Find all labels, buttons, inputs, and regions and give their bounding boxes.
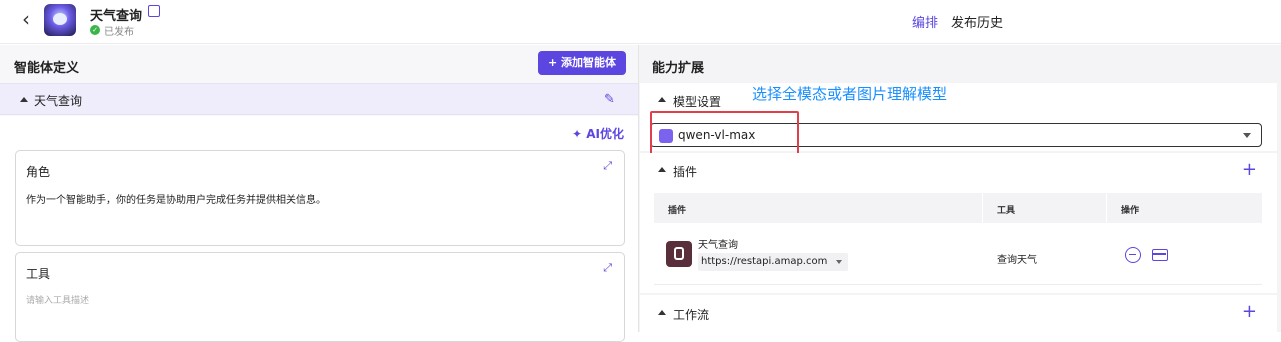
agent-definition-panel: 智能体定义 + 添加智能体 天气查询 ✎ ✦ AI优化 角色 ⤢ 作为一个智能助… xyxy=(0,45,638,342)
collapse-icon[interactable] xyxy=(658,310,666,315)
ai-optimize-button[interactable]: ✦ AI优化 xyxy=(572,125,624,142)
collapse-icon[interactable] xyxy=(20,97,28,102)
agent-section-header[interactable]: 天气查询 ✎ xyxy=(0,83,638,115)
ai-optimize-label: AI优化 xyxy=(586,127,625,141)
remove-icon[interactable] xyxy=(1125,247,1141,263)
expand-icon[interactable]: ⤢ xyxy=(603,261,612,275)
add-agent-button[interactable]: + 添加智能体 xyxy=(538,51,626,75)
column-divider xyxy=(982,193,983,223)
plugin-url: https://restapi.amap.com xyxy=(701,256,828,267)
status-text: 已发布 xyxy=(104,27,134,38)
table-row: 天气查询 https://restapi.amap.com 查询天气 xyxy=(654,223,1262,285)
column-header: 操作 xyxy=(1121,206,1140,216)
column-header: 插件 xyxy=(668,206,687,216)
pencil-icon[interactable]: ✎ xyxy=(604,92,615,107)
app-title: 天气查询 xyxy=(90,9,143,24)
agent-name: 天气查询 xyxy=(34,94,83,108)
add-agent-label: 添加智能体 xyxy=(561,56,617,69)
top-bar: ‹ 天气查询 ✓ 已发布 编排 发布历史 xyxy=(0,0,1281,44)
edit-icon[interactable] xyxy=(148,5,160,17)
agent-body: ✦ AI优化 角色 ⤢ 作为一个智能助手，你的任务是协助用户完成任务并提供相关信… xyxy=(0,116,638,342)
column-divider xyxy=(1106,193,1107,223)
dropdown-icon[interactable] xyxy=(836,260,842,264)
workflow-section: 工作流 + xyxy=(640,295,1277,332)
app-avatar xyxy=(44,4,76,36)
panel-title: 能力扩展 xyxy=(652,61,705,76)
plus-icon[interactable]: + xyxy=(1242,161,1257,179)
section-title: 模型设置 xyxy=(673,95,722,109)
table-header: 插件 工具 操作 xyxy=(654,193,1262,223)
collapse-icon[interactable] xyxy=(658,97,666,102)
capability-panel: 能力扩展 模型设置 qwen-vl-max 选择全模态或者图片理解模型 插件 +… xyxy=(638,45,1281,332)
column-header: 工具 xyxy=(997,206,1016,216)
plugin-icon xyxy=(666,241,692,267)
tool-card[interactable]: 工具 ⤢ 请输入工具描述 xyxy=(15,252,625,342)
role-title: 角色 xyxy=(26,165,51,179)
section-title: 工作流 xyxy=(673,308,710,322)
panel-title: 智能体定义 xyxy=(14,61,80,76)
tab-publish-history[interactable]: 发布历史 xyxy=(951,12,1003,31)
tab-edit[interactable]: 编排 xyxy=(912,12,938,31)
back-icon[interactable]: ‹ xyxy=(16,8,36,32)
role-text[interactable]: 作为一个智能助手，你的任务是协助用户完成任务并提供相关信息。 xyxy=(26,191,326,206)
tool-title: 工具 xyxy=(26,267,51,281)
section-title: 插件 xyxy=(673,165,698,179)
ai-sparkle-icon: ✦ xyxy=(572,127,583,141)
plugin-name: 天气查询 xyxy=(698,240,738,251)
collapse-icon[interactable] xyxy=(658,167,666,172)
annotation-box xyxy=(650,111,799,155)
tool-description-input[interactable]: 请输入工具描述 xyxy=(26,293,89,306)
tool-name: 查询天气 xyxy=(997,255,1037,266)
plus-icon[interactable]: + xyxy=(1242,303,1257,321)
role-card[interactable]: 角色 ⤢ 作为一个智能助手，你的任务是协助用户完成任务并提供相关信息。 xyxy=(15,150,625,246)
published-check-icon: ✓ xyxy=(90,25,100,35)
plugins-section: 插件 + 插件 工具 操作 天气查询 https://restapi.amap.… xyxy=(640,153,1277,293)
annotation-text: 选择全模态或者图片理解模型 xyxy=(752,85,948,103)
model-settings-section: 模型设置 qwen-vl-max 选择全模态或者图片理解模型 xyxy=(640,83,1277,155)
plugin-url-select[interactable]: https://restapi.amap.com xyxy=(698,253,848,271)
dropdown-icon[interactable] xyxy=(1243,133,1251,138)
expand-icon[interactable]: ⤢ xyxy=(603,159,612,173)
card-icon[interactable] xyxy=(1152,249,1168,261)
